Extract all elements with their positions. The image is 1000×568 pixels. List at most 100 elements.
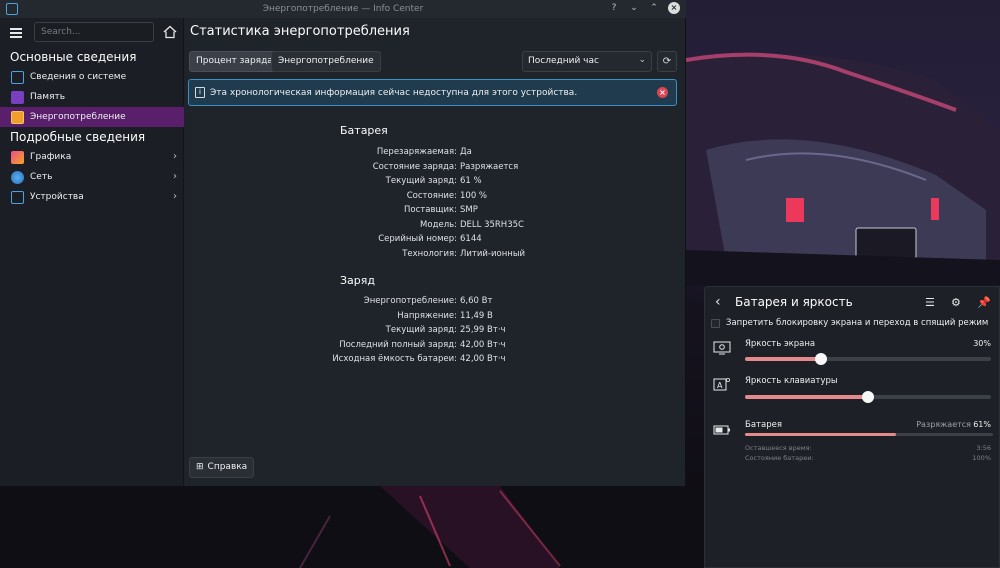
close-notice-icon[interactable]: ×	[657, 87, 668, 98]
info-icon	[11, 70, 24, 84]
maximize-button[interactable]: ⌃	[648, 2, 660, 14]
sidebar-item-label: Память	[30, 92, 66, 102]
slider-fill	[745, 395, 868, 399]
section-header-basic: Основные сведения	[10, 50, 137, 64]
graphics-icon	[11, 150, 24, 164]
battery-info-value: 61 %	[460, 176, 482, 186]
screen-brightness-slider[interactable]	[745, 353, 991, 365]
search-input[interactable]: Search...	[34, 22, 154, 42]
chevron-right-icon: ›	[173, 151, 177, 162]
sidebar-item-graphics[interactable]: Графика ›	[0, 147, 184, 167]
info-notice-banner: i Эта хронологическая информация сейчас …	[188, 79, 677, 106]
section-header-detailed: Подробные сведения	[10, 130, 146, 144]
battery-info-value: Литий-ионный	[460, 248, 526, 259]
window-titlebar[interactable]: Энергопотребление — Info Center ? ⌄ ⌃ ×	[0, 0, 686, 18]
remaining-time-label: Оставшееся время:	[745, 444, 812, 452]
help-icon: ⊞	[196, 462, 204, 472]
help-button-label: Справка	[207, 462, 248, 472]
charge-info-row: Энергопотребление: 6,60 Вт	[185, 296, 685, 310]
screen-brightness-label: Яркость экрана	[745, 339, 816, 349]
home-icon[interactable]	[162, 24, 178, 40]
tab-energy-consumption[interactable]: Энергопотребление	[271, 51, 381, 72]
battery-info-key: Текущий заряд:	[385, 176, 457, 186]
chevron-right-icon: ›	[173, 171, 177, 182]
battery-percent: 61%	[973, 420, 991, 429]
sidebar-item-memory[interactable]: Память	[0, 87, 184, 107]
battery-health-label: Состояние батареи:	[745, 454, 814, 462]
slider-handle[interactable]	[815, 353, 827, 365]
battery-info-key: Модель:	[420, 219, 457, 230]
period-dropdown-value: Последний час	[528, 56, 599, 66]
battery-level-bar	[745, 433, 993, 436]
charge-info-value: 25,99 Вт·ч	[460, 325, 506, 335]
help-button[interactable]: ⊞ Справка	[189, 457, 255, 478]
battery-info-row: Поставщик: SMP	[185, 205, 685, 219]
battery-health-value: 100%	[972, 454, 991, 462]
battery-info-row: Модель: DELL 35RH35C	[185, 220, 685, 234]
checkbox-box	[711, 318, 720, 328]
info-icon: i	[195, 87, 205, 98]
menu-lines-icon[interactable]: ☰	[925, 296, 935, 309]
slider-fill	[745, 357, 821, 361]
slider-handle[interactable]	[862, 391, 874, 403]
period-dropdown[interactable]: Последний час ⌄	[522, 51, 652, 72]
charge-info-key: Напряжение:	[397, 310, 457, 321]
charge-info-key: Исходная ёмкость батареи:	[332, 354, 457, 364]
network-icon	[11, 170, 24, 184]
battery-label: Батарея	[745, 420, 782, 430]
battery-info-key: Серийный номер:	[378, 234, 457, 244]
info-center-window: Энергопотребление — Info Center ? ⌄ ⌃ × …	[0, 0, 686, 486]
charge-info-value: 42,00 Вт·ч	[460, 339, 506, 350]
charge-info-value: 6,60 Вт	[460, 296, 493, 306]
sidebar-item-devices[interactable]: Устройства ›	[0, 187, 184, 207]
close-button[interactable]: ×	[668, 2, 680, 14]
app-icon	[6, 3, 18, 15]
sidebar-item-energy[interactable]: Энергопотребление	[0, 107, 184, 127]
window-title: Энергопотребление — Info Center	[262, 4, 424, 14]
sidebar-item-network[interactable]: Сеть ›	[0, 167, 184, 187]
popup-title: Батарея и яркость	[735, 295, 853, 309]
charge-info-key: Энергопотребление:	[363, 296, 457, 306]
keyboard-brightness-slider[interactable]	[745, 391, 991, 403]
monitor-icon	[713, 341, 731, 355]
hamburger-menu-icon[interactable]	[10, 26, 24, 40]
battery-state: Разряжается	[916, 420, 971, 429]
inhibit-sleep-checkbox[interactable]: Запретить блокировку экрана и переход в …	[711, 318, 988, 328]
keyboard-brightness-label: Яркость клавиатуры	[745, 376, 838, 386]
battery-info-key: Состояние заряда:	[372, 161, 457, 172]
charge-info-key: Текущий заряд:	[385, 325, 457, 335]
charge-info-row: Напряжение: 11,49 В	[185, 311, 685, 325]
battery-info-row: Серийный номер: 6144	[185, 234, 685, 248]
memory-icon	[11, 90, 24, 104]
sidebar: Search... Основные сведения Сведения о с…	[0, 18, 184, 486]
battery-icon	[713, 425, 730, 435]
sidebar-item-system-info[interactable]: Сведения о системе	[0, 67, 184, 87]
tab-charge-percent[interactable]: Процент заряда	[189, 51, 280, 72]
popup-header: ‹ Батарея и яркость ☰ ⚙ 📌	[705, 287, 1000, 319]
battery-info-key: Состояние:	[406, 190, 457, 201]
wallpaper-road-image	[0, 486, 704, 568]
battery-info-row: Технология: Литий-ионный	[185, 249, 685, 263]
charge-info-row: Текущий заряд: 25,99 Вт·ч	[185, 325, 685, 339]
settings-sliders-icon[interactable]: ⚙	[951, 296, 961, 309]
chevron-down-icon: ⌄	[638, 55, 646, 65]
pin-icon[interactable]: 📌	[977, 296, 991, 309]
inhibit-sleep-label: Запретить блокировку экрана и переход в …	[726, 318, 989, 328]
sidebar-item-label: Графика	[30, 152, 72, 162]
battery-info-value: SMP	[460, 205, 478, 215]
refresh-icon[interactable]: ⟳	[657, 51, 677, 72]
battery-info-row: Состояние: 100 %	[185, 191, 685, 205]
battery-info-row: Текущий заряд: 61 %	[185, 176, 685, 190]
sidebar-item-label: Устройства	[30, 192, 84, 202]
sidebar-item-label: Сеть	[30, 172, 53, 182]
back-arrow-icon[interactable]: ‹	[715, 294, 721, 310]
chevron-right-icon: ›	[173, 191, 177, 202]
battery-info-key: Поставщик:	[404, 205, 457, 215]
sidebar-item-label: Энергопотребление	[30, 112, 126, 122]
charge-group-title: Заряд	[340, 274, 375, 287]
energy-icon	[11, 110, 24, 124]
minimize-button[interactable]: ⌄	[628, 2, 640, 14]
screen-brightness-value: 30%	[973, 339, 991, 348]
battery-info-value: Разряжается	[460, 161, 519, 172]
help-titlebar-button[interactable]: ?	[608, 2, 620, 14]
